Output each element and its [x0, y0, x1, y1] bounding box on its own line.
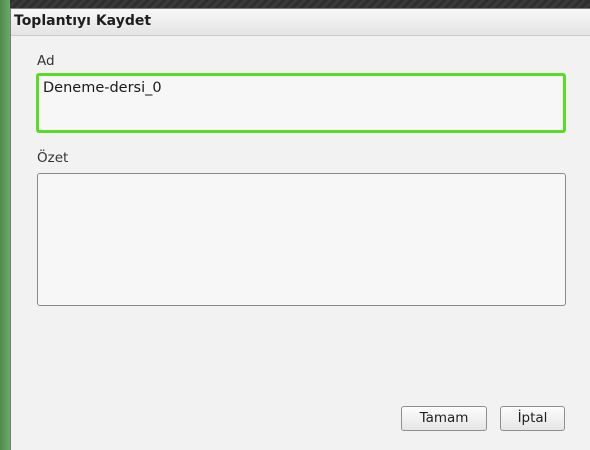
name-input-value: Deneme-dersi_0: [43, 80, 162, 96]
dialog-title: Toplantıyı Kaydet: [14, 13, 152, 29]
name-label: Ad: [37, 53, 55, 69]
background-window-edge: [0, 0, 10, 450]
ok-button[interactable]: Tamam: [401, 406, 487, 431]
summary-textarea[interactable]: [37, 173, 566, 306]
summary-label: Özet: [37, 150, 69, 166]
save-meeting-dialog: Toplantıyı Kaydet Ad Deneme-dersi_0 Özet…: [10, 8, 590, 450]
dialog-titlebar[interactable]: Toplantıyı Kaydet: [11, 9, 590, 36]
name-input[interactable]: Deneme-dersi_0: [36, 73, 566, 133]
cancel-button[interactable]: İptal: [500, 406, 565, 431]
